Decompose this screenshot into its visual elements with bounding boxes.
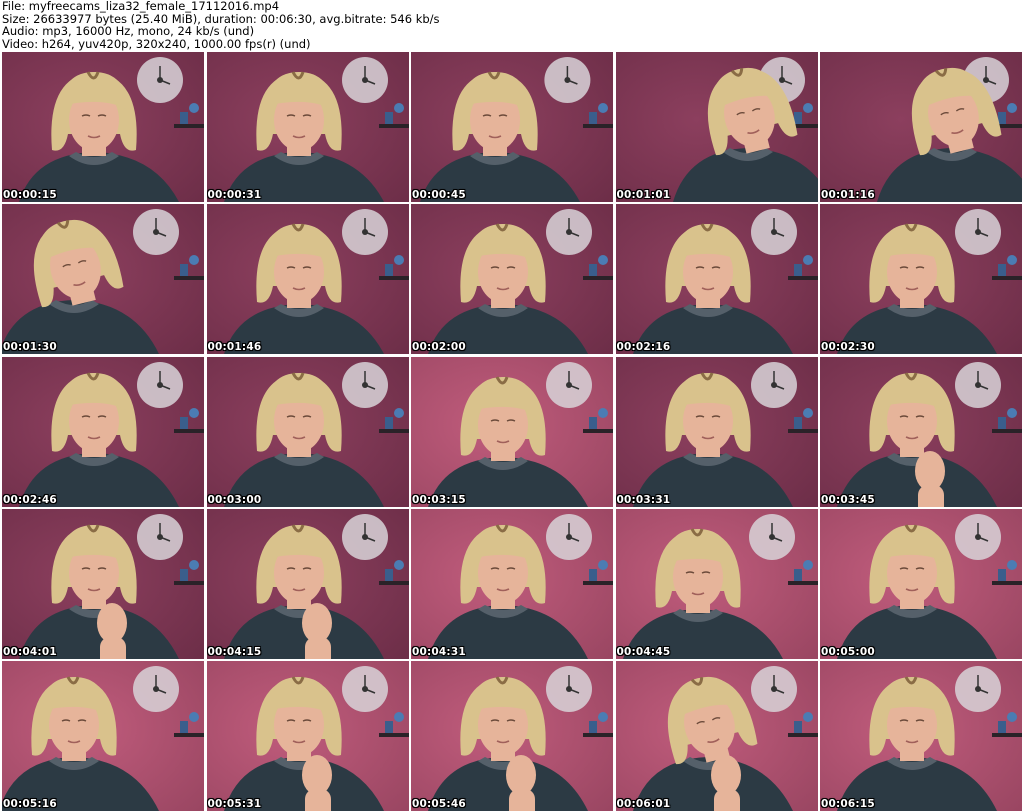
wall-clock <box>750 209 797 256</box>
video-frame-thumbnail: 00:01:16 <box>820 52 1022 202</box>
frame-timestamp: 00:04:01 <box>3 645 57 658</box>
video-frame-thumbnail: 00:04:15 <box>206 508 409 659</box>
video-frame-thumbnail: 00:03:15 <box>411 356 613 507</box>
wall-clock <box>546 666 592 712</box>
video-frame-thumbnail: 00:00:45 <box>411 52 613 202</box>
thumbnail-grid: 00:00:15 00:00:31 00:00:45 00:01:01 00:0… <box>2 52 1022 811</box>
frame-timestamp: 00:05:46 <box>412 798 466 810</box>
wall-clock <box>133 209 179 256</box>
frame-timestamp: 00:02:46 <box>3 493 57 506</box>
file-name-line: File: myfreecams_liza32_female_17112016.… <box>2 0 280 13</box>
frame-timestamp: 00:02:00 <box>412 341 466 354</box>
frame-timestamp: 00:04:31 <box>412 645 466 658</box>
video-frame-thumbnail: 00:01:46 <box>206 204 409 355</box>
video-frame-thumbnail: 00:01:01 <box>615 52 818 202</box>
video-frame-thumbnail: 00:03:00 <box>206 356 409 507</box>
wall-clock <box>546 209 592 256</box>
video-frame-thumbnail: 00:00:15 <box>2 52 204 202</box>
hand-on-chin <box>915 450 945 507</box>
video-frame-thumbnail: 00:02:16 <box>615 204 818 355</box>
frame-timestamp: 00:01:01 <box>616 189 671 201</box>
video-info-line: Video: h264, yuv420p, 320x240, 1000.00 f… <box>2 36 311 51</box>
wall-clock <box>133 666 179 712</box>
video-frame-thumbnail: 00:03:45 <box>820 356 1022 507</box>
video-frame-thumbnail: 00:04:31 <box>411 508 613 659</box>
wall-clock <box>750 361 797 408</box>
wall-clock <box>955 361 1001 408</box>
video-frame-thumbnail: 00:02:00 <box>411 204 613 355</box>
wall-clock <box>137 513 183 560</box>
hand-on-chin <box>301 602 332 659</box>
hand-on-chin <box>506 755 536 811</box>
frame-timestamp: 00:01:16 <box>821 189 875 201</box>
wall-clock <box>748 513 795 560</box>
frame-timestamp: 00:00:45 <box>412 189 466 201</box>
video-frame-thumbnail: 00:05:16 <box>2 661 204 811</box>
frame-timestamp: 00:01:30 <box>3 341 57 354</box>
wall-clock <box>546 361 592 408</box>
frame-timestamp: 00:04:15 <box>207 645 262 658</box>
frame-timestamp: 00:02:16 <box>616 341 671 354</box>
wall-clock <box>955 666 1001 712</box>
video-frame-thumbnail: 00:02:30 <box>820 204 1022 355</box>
frame-timestamp: 00:05:00 <box>821 645 875 658</box>
frame-timestamp: 00:04:45 <box>616 645 671 658</box>
wall-clock <box>750 666 797 712</box>
frame-timestamp: 00:03:15 <box>412 493 466 506</box>
video-frame-thumbnail: 00:06:15 <box>820 661 1022 811</box>
hand-on-chin <box>97 602 127 659</box>
wall-clock <box>955 513 1001 560</box>
video-frame-thumbnail: 00:04:01 <box>2 508 204 659</box>
frame-timestamp: 00:02:30 <box>821 341 875 354</box>
video-frame-thumbnail: 00:06:01 <box>615 661 818 811</box>
video-frame-thumbnail: 00:05:46 <box>411 661 613 811</box>
hand-on-chin <box>301 755 332 811</box>
video-frame-thumbnail: 00:05:00 <box>820 508 1022 659</box>
wall-clock <box>341 361 388 408</box>
frame-timestamp: 00:01:46 <box>207 341 262 354</box>
wall-clock <box>137 361 183 408</box>
wall-clock <box>341 666 388 712</box>
video-frame-thumbnail: 00:01:30 <box>2 204 204 355</box>
frame-timestamp: 00:06:15 <box>821 798 875 810</box>
wall-clock <box>341 57 388 103</box>
wall-clock <box>546 513 592 560</box>
wall-clock <box>544 57 591 103</box>
wall-clock <box>341 513 388 560</box>
frame-timestamp: 00:06:01 <box>616 798 671 810</box>
frame-timestamp: 00:03:31 <box>616 493 671 506</box>
wall-clock <box>341 209 388 256</box>
frame-timestamp: 00:05:16 <box>3 798 57 810</box>
frame-timestamp: 00:03:45 <box>821 493 875 506</box>
file-info-header: File: myfreecams_liza32_female_17112016.… <box>2 0 1022 50</box>
hand-on-chin <box>710 755 741 811</box>
wall-clock <box>955 209 1001 256</box>
video-frame-thumbnail: 00:04:45 <box>615 508 818 659</box>
video-frame-thumbnail: 00:05:31 <box>206 661 409 811</box>
frame-timestamp: 00:00:15 <box>3 189 57 201</box>
video-frame-thumbnail: 00:03:31 <box>615 356 818 507</box>
video-frame-thumbnail: 00:00:31 <box>206 52 409 202</box>
wall-clock <box>137 57 183 103</box>
frame-timestamp: 00:03:00 <box>207 493 262 506</box>
video-frame-thumbnail: 00:02:46 <box>2 356 204 507</box>
frame-timestamp: 00:00:31 <box>207 189 262 201</box>
frame-timestamp: 00:05:31 <box>207 798 262 810</box>
audio-info-line: Audio: mp3, 16000 Hz, mono, 24 kb/s (und… <box>2 24 255 39</box>
